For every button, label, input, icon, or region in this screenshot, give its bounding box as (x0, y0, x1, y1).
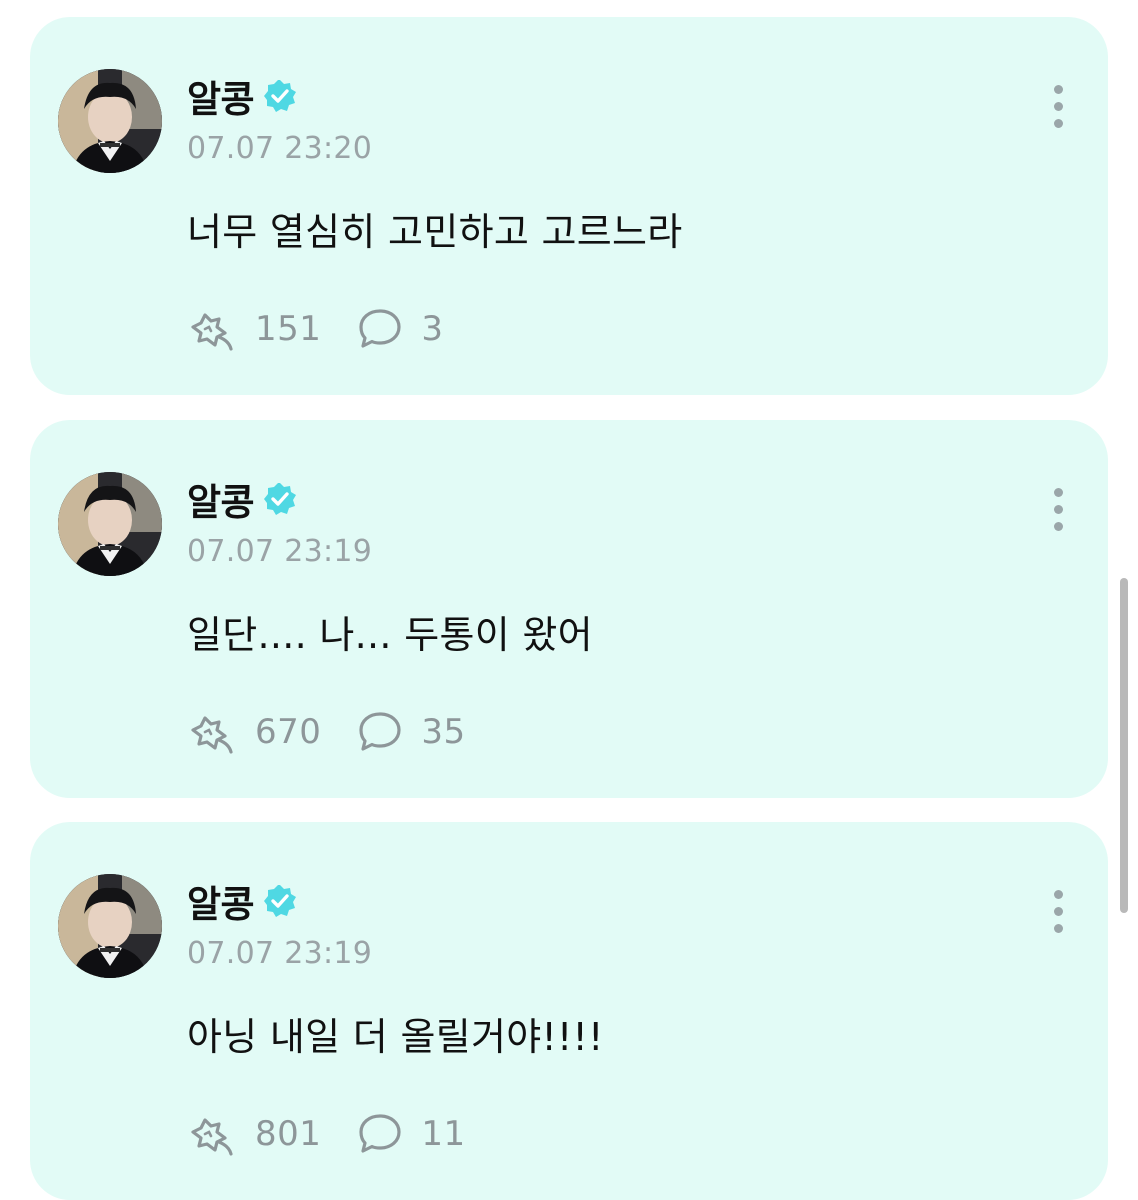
post-card[interactable]: 알콩 07.07 23:19 일단.... 나... 두통이 왔어 670 35 (30, 420, 1108, 798)
reaction-icon (191, 716, 233, 754)
more-vertical-icon[interactable] (1048, 85, 1068, 129)
author-name[interactable]: 알콩 (187, 472, 255, 526)
post-actions: 151 3 (187, 304, 444, 354)
reaction-button[interactable]: 670 (187, 710, 321, 754)
avatar[interactable] (58, 472, 162, 576)
verified-badge-icon (264, 483, 297, 515)
verified-badge-icon (264, 80, 297, 112)
reaction-button[interactable]: 801 (187, 1112, 321, 1156)
scrollbar[interactable] (1120, 578, 1128, 913)
post-text: 일단.... 나... 두통이 왔어 (187, 613, 593, 657)
comment-bubble-icon (359, 712, 402, 751)
avatar[interactable] (58, 874, 162, 978)
comment-button[interactable]: 35 (357, 710, 465, 754)
post-timestamp: 07.07 23:20 (187, 131, 373, 166)
reaction-button[interactable]: 151 (187, 307, 321, 351)
post-text: 아닝 내일 더 올릴거야!!!! (187, 1015, 604, 1059)
comment-count: 3 (421, 309, 444, 349)
comment-button[interactable]: 3 (357, 307, 443, 351)
comment-bubble-icon (359, 1114, 402, 1153)
reaction-icon (191, 1118, 233, 1156)
comment-count: 35 (421, 712, 466, 752)
verified-badge-icon (264, 885, 297, 917)
post-card[interactable]: 알콩 07.07 23:20 너무 열심히 고민하고 고르느라 151 3 (30, 17, 1108, 395)
reaction-count: 801 (255, 1114, 322, 1154)
post-card[interactable]: 알콩 07.07 23:19 아닝 내일 더 올릴거야!!!! 801 11 (30, 822, 1108, 1200)
reaction-count: 151 (255, 309, 322, 349)
reaction-count: 670 (255, 712, 322, 752)
more-vertical-icon[interactable] (1048, 488, 1068, 532)
post-actions: 801 11 (187, 1109, 466, 1159)
more-vertical-icon[interactable] (1048, 890, 1068, 934)
post-actions: 670 35 (187, 707, 466, 757)
comment-button[interactable]: 11 (357, 1112, 465, 1156)
comment-count: 11 (421, 1114, 466, 1154)
comment-bubble-icon (359, 309, 402, 348)
author-name[interactable]: 알콩 (187, 69, 255, 123)
post-feed: 알콩 07.07 23:20 너무 열심히 고민하고 고르느라 151 3 알콩… (0, 0, 1138, 1200)
post-text: 너무 열심히 고민하고 고르느라 (187, 210, 683, 254)
reaction-icon (191, 313, 233, 351)
avatar[interactable] (58, 69, 162, 173)
author-name[interactable]: 알콩 (187, 874, 255, 928)
post-timestamp: 07.07 23:19 (187, 936, 373, 971)
post-timestamp: 07.07 23:19 (187, 534, 373, 569)
